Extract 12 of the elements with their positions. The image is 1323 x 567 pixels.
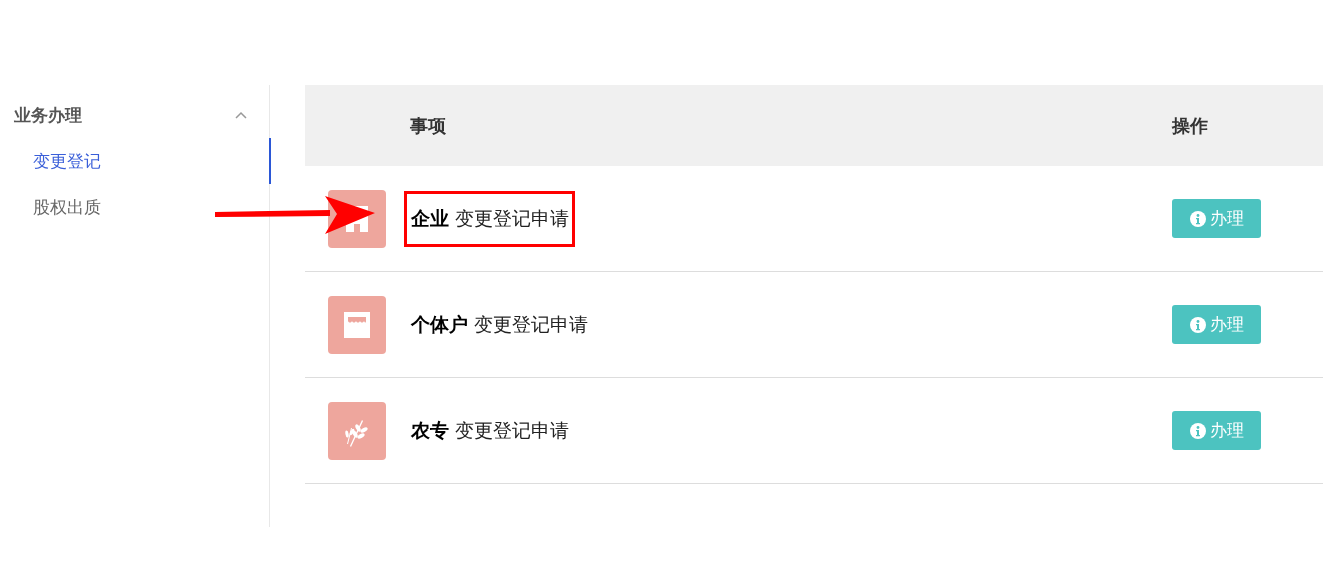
item-title: 企业 变更登记申请 bbox=[404, 190, 576, 247]
info-icon bbox=[1189, 210, 1206, 227]
item-title: 个体户 变更登记申请 bbox=[410, 311, 590, 337]
sidebar-item[interactable]: 变更登记 bbox=[0, 138, 269, 184]
column-header: 事项 bbox=[410, 113, 447, 138]
sidebar-item[interactable]: 股权出质 bbox=[0, 184, 269, 230]
info-icon bbox=[1189, 316, 1206, 333]
info-icon bbox=[1189, 422, 1206, 439]
column-header: 操作 bbox=[1172, 113, 1209, 138]
item-title: 农专 变更登记申请 bbox=[410, 417, 571, 443]
menu-group-title[interactable]: 业务办理 bbox=[14, 103, 82, 127]
chevron-icon[interactable] bbox=[235, 111, 247, 119]
